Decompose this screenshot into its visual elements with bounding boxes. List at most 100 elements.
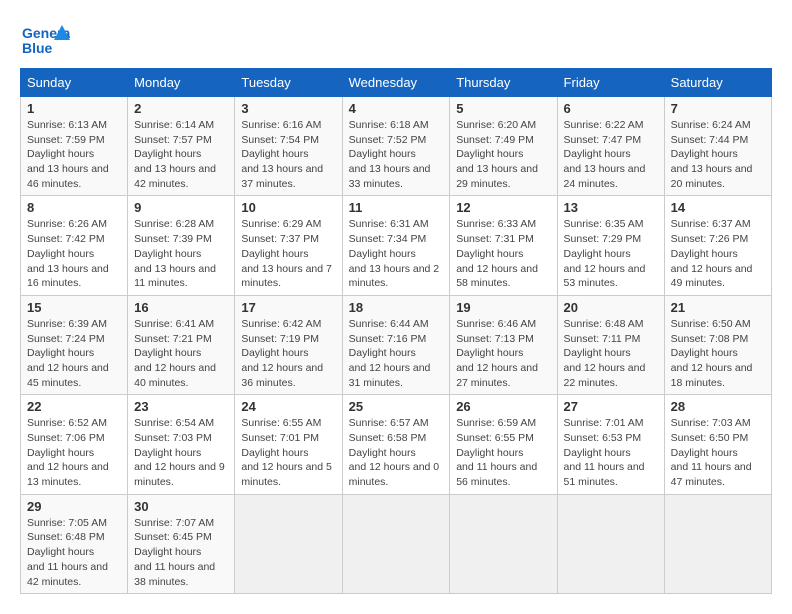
day-info: Sunrise: 6:28 AM Sunset: 7:39 PM Dayligh… — [134, 217, 228, 290]
calendar-cell: 16 Sunrise: 6:41 AM Sunset: 7:21 PM Dayl… — [128, 295, 235, 394]
day-info: Sunrise: 7:07 AM Sunset: 6:45 PM Dayligh… — [134, 516, 228, 589]
day-info: Sunrise: 6:55 AM Sunset: 7:01 PM Dayligh… — [241, 416, 335, 489]
calendar-cell: 1 Sunrise: 6:13 AM Sunset: 7:59 PM Dayli… — [21, 97, 128, 196]
calendar-week-5: 29 Sunrise: 7:05 AM Sunset: 6:48 PM Dayl… — [21, 494, 772, 593]
day-number: 21 — [671, 300, 765, 315]
day-info: Sunrise: 6:29 AM Sunset: 7:37 PM Dayligh… — [241, 217, 335, 290]
calendar-cell: 24 Sunrise: 6:55 AM Sunset: 7:01 PM Dayl… — [235, 395, 342, 494]
day-info: Sunrise: 7:05 AM Sunset: 6:48 PM Dayligh… — [27, 516, 121, 589]
day-number: 5 — [456, 101, 550, 116]
calendar-cell: 10 Sunrise: 6:29 AM Sunset: 7:37 PM Dayl… — [235, 196, 342, 295]
calendar-cell: 12 Sunrise: 6:33 AM Sunset: 7:31 PM Dayl… — [450, 196, 557, 295]
day-info: Sunrise: 6:48 AM Sunset: 7:11 PM Dayligh… — [564, 317, 658, 390]
day-number: 14 — [671, 200, 765, 215]
day-number: 6 — [564, 101, 658, 116]
day-info: Sunrise: 6:13 AM Sunset: 7:59 PM Dayligh… — [27, 118, 121, 191]
weekday-header-thursday: Thursday — [450, 69, 557, 97]
day-info: Sunrise: 7:03 AM Sunset: 6:50 PM Dayligh… — [671, 416, 765, 489]
calendar-table: SundayMondayTuesdayWednesdayThursdayFrid… — [20, 68, 772, 594]
day-number: 7 — [671, 101, 765, 116]
day-number: 17 — [241, 300, 335, 315]
calendar-cell: 13 Sunrise: 6:35 AM Sunset: 7:29 PM Dayl… — [557, 196, 664, 295]
calendar-cell: 20 Sunrise: 6:48 AM Sunset: 7:11 PM Dayl… — [557, 295, 664, 394]
day-info: Sunrise: 6:24 AM Sunset: 7:44 PM Dayligh… — [671, 118, 765, 191]
day-number: 28 — [671, 399, 765, 414]
day-info: Sunrise: 6:52 AM Sunset: 7:06 PM Dayligh… — [27, 416, 121, 489]
day-number: 13 — [564, 200, 658, 215]
calendar-cell: 4 Sunrise: 6:18 AM Sunset: 7:52 PM Dayli… — [342, 97, 450, 196]
calendar-cell: 27 Sunrise: 7:01 AM Sunset: 6:53 PM Dayl… — [557, 395, 664, 494]
weekday-header-monday: Monday — [128, 69, 235, 97]
calendar-cell — [450, 494, 557, 593]
day-number: 4 — [349, 101, 444, 116]
day-number: 25 — [349, 399, 444, 414]
calendar-week-2: 8 Sunrise: 6:26 AM Sunset: 7:42 PM Dayli… — [21, 196, 772, 295]
weekday-header-wednesday: Wednesday — [342, 69, 450, 97]
svg-text:Blue: Blue — [22, 40, 53, 56]
day-number: 11 — [349, 200, 444, 215]
day-number: 30 — [134, 499, 228, 514]
day-info: Sunrise: 6:14 AM Sunset: 7:57 PM Dayligh… — [134, 118, 228, 191]
calendar-week-3: 15 Sunrise: 6:39 AM Sunset: 7:24 PM Dayl… — [21, 295, 772, 394]
day-number: 27 — [564, 399, 658, 414]
day-info: Sunrise: 6:37 AM Sunset: 7:26 PM Dayligh… — [671, 217, 765, 290]
day-info: Sunrise: 6:16 AM Sunset: 7:54 PM Dayligh… — [241, 118, 335, 191]
calendar-cell: 23 Sunrise: 6:54 AM Sunset: 7:03 PM Dayl… — [128, 395, 235, 494]
weekday-header-friday: Friday — [557, 69, 664, 97]
day-number: 19 — [456, 300, 550, 315]
calendar-cell: 18 Sunrise: 6:44 AM Sunset: 7:16 PM Dayl… — [342, 295, 450, 394]
day-number: 3 — [241, 101, 335, 116]
calendar-cell — [342, 494, 450, 593]
day-info: Sunrise: 6:50 AM Sunset: 7:08 PM Dayligh… — [671, 317, 765, 390]
day-number: 8 — [27, 200, 121, 215]
calendar-cell: 29 Sunrise: 7:05 AM Sunset: 6:48 PM Dayl… — [21, 494, 128, 593]
calendar-cell: 26 Sunrise: 6:59 AM Sunset: 6:55 PM Dayl… — [450, 395, 557, 494]
calendar-cell: 19 Sunrise: 6:46 AM Sunset: 7:13 PM Dayl… — [450, 295, 557, 394]
day-info: Sunrise: 7:01 AM Sunset: 6:53 PM Dayligh… — [564, 416, 658, 489]
calendar-cell: 21 Sunrise: 6:50 AM Sunset: 7:08 PM Dayl… — [664, 295, 771, 394]
day-info: Sunrise: 6:54 AM Sunset: 7:03 PM Dayligh… — [134, 416, 228, 489]
day-number: 15 — [27, 300, 121, 315]
calendar-cell: 8 Sunrise: 6:26 AM Sunset: 7:42 PM Dayli… — [21, 196, 128, 295]
calendar-cell: 14 Sunrise: 6:37 AM Sunset: 7:26 PM Dayl… — [664, 196, 771, 295]
calendar-cell: 7 Sunrise: 6:24 AM Sunset: 7:44 PM Dayli… — [664, 97, 771, 196]
calendar-cell: 11 Sunrise: 6:31 AM Sunset: 7:34 PM Dayl… — [342, 196, 450, 295]
calendar-cell: 28 Sunrise: 7:03 AM Sunset: 6:50 PM Dayl… — [664, 395, 771, 494]
calendar-cell — [664, 494, 771, 593]
logo-icon: General Blue — [20, 20, 70, 60]
day-number: 9 — [134, 200, 228, 215]
day-info: Sunrise: 6:26 AM Sunset: 7:42 PM Dayligh… — [27, 217, 121, 290]
calendar-cell: 3 Sunrise: 6:16 AM Sunset: 7:54 PM Dayli… — [235, 97, 342, 196]
day-info: Sunrise: 6:57 AM Sunset: 6:58 PM Dayligh… — [349, 416, 444, 489]
calendar-week-1: 1 Sunrise: 6:13 AM Sunset: 7:59 PM Dayli… — [21, 97, 772, 196]
day-number: 20 — [564, 300, 658, 315]
calendar-cell: 25 Sunrise: 6:57 AM Sunset: 6:58 PM Dayl… — [342, 395, 450, 494]
day-info: Sunrise: 6:46 AM Sunset: 7:13 PM Dayligh… — [456, 317, 550, 390]
calendar-cell: 2 Sunrise: 6:14 AM Sunset: 7:57 PM Dayli… — [128, 97, 235, 196]
day-number: 1 — [27, 101, 121, 116]
calendar-cell: 5 Sunrise: 6:20 AM Sunset: 7:49 PM Dayli… — [450, 97, 557, 196]
day-number: 29 — [27, 499, 121, 514]
day-info: Sunrise: 6:42 AM Sunset: 7:19 PM Dayligh… — [241, 317, 335, 390]
calendar-cell: 6 Sunrise: 6:22 AM Sunset: 7:47 PM Dayli… — [557, 97, 664, 196]
calendar-cell: 22 Sunrise: 6:52 AM Sunset: 7:06 PM Dayl… — [21, 395, 128, 494]
day-info: Sunrise: 6:20 AM Sunset: 7:49 PM Dayligh… — [456, 118, 550, 191]
day-info: Sunrise: 6:59 AM Sunset: 6:55 PM Dayligh… — [456, 416, 550, 489]
calendar-cell: 30 Sunrise: 7:07 AM Sunset: 6:45 PM Dayl… — [128, 494, 235, 593]
day-number: 16 — [134, 300, 228, 315]
day-info: Sunrise: 6:44 AM Sunset: 7:16 PM Dayligh… — [349, 317, 444, 390]
weekday-header-sunday: Sunday — [21, 69, 128, 97]
weekday-header-saturday: Saturday — [664, 69, 771, 97]
day-number: 22 — [27, 399, 121, 414]
calendar-cell: 17 Sunrise: 6:42 AM Sunset: 7:19 PM Dayl… — [235, 295, 342, 394]
day-number: 18 — [349, 300, 444, 315]
day-info: Sunrise: 6:41 AM Sunset: 7:21 PM Dayligh… — [134, 317, 228, 390]
calendar-cell: 15 Sunrise: 6:39 AM Sunset: 7:24 PM Dayl… — [21, 295, 128, 394]
calendar-cell — [557, 494, 664, 593]
day-number: 2 — [134, 101, 228, 116]
day-info: Sunrise: 6:39 AM Sunset: 7:24 PM Dayligh… — [27, 317, 121, 390]
day-info: Sunrise: 6:18 AM Sunset: 7:52 PM Dayligh… — [349, 118, 444, 191]
day-number: 24 — [241, 399, 335, 414]
day-number: 10 — [241, 200, 335, 215]
calendar-header: SundayMondayTuesdayWednesdayThursdayFrid… — [21, 69, 772, 97]
